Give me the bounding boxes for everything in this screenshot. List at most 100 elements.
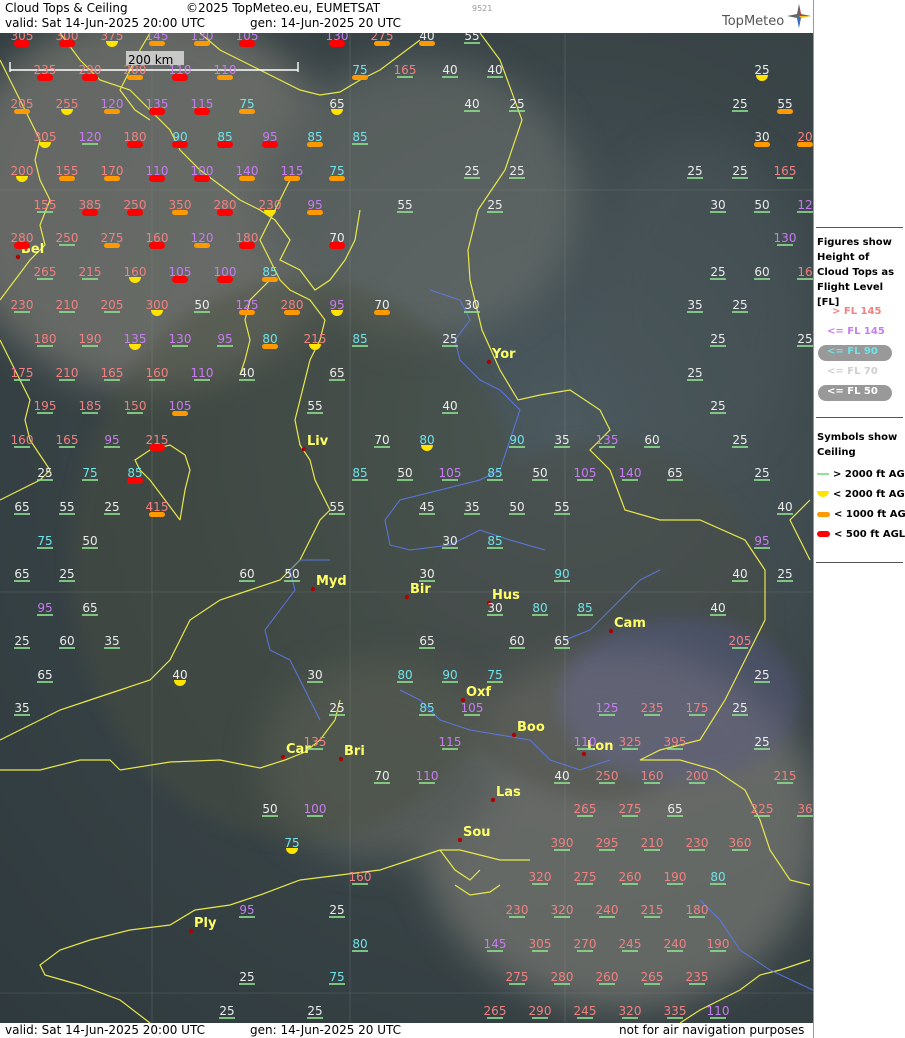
cloud-top-label: 25 — [754, 668, 770, 683]
cloud-top-label: 80 — [397, 668, 413, 683]
cloud-top-value: 25 — [710, 332, 725, 346]
cloud-top-value: 95 — [754, 534, 769, 548]
cloud-top-label: 85 — [307, 130, 323, 147]
cloud-top-value: 12 — [797, 198, 812, 212]
cloud-top-label: 165 — [774, 164, 796, 179]
cloud-top-value: 180 — [686, 903, 709, 917]
city-name: Ply — [194, 916, 217, 931]
cloud-top-value: 320 — [529, 870, 552, 884]
cloud-top-value: 40 — [710, 601, 725, 615]
cloud-top-label: 25 — [710, 399, 726, 414]
cloud-top-value: 145 — [146, 33, 169, 43]
cloud-top-value: 230 — [506, 903, 529, 917]
cloud-top-value: 55 — [397, 198, 412, 212]
cloud-top-label: 85 — [419, 701, 435, 716]
city-name: Bir — [410, 582, 431, 597]
symbol-label: > 2000 ft AGL — [833, 469, 905, 480]
compass-star-icon — [787, 4, 811, 28]
footer: valid: Sat 14-Jun-2025 20:00 UTC gen: 14… — [0, 1023, 813, 1038]
cloud-top-label: 85 — [217, 130, 233, 148]
symbols-legend-title: Symbols show Ceiling — [817, 432, 898, 458]
cloud-top-label: 95 — [754, 534, 770, 549]
city-marker[interactable]: Myd — [310, 574, 347, 592]
cloud-top-value: 80 — [397, 668, 412, 682]
cloud-top-label: 130 — [169, 332, 191, 347]
cloud-top-value: 160 — [641, 769, 664, 783]
cloud-top-label: 160 — [641, 769, 664, 784]
cloud-top-value: 200 — [11, 164, 34, 178]
cloud-top-label: 160 — [349, 870, 371, 885]
city-marker[interactable]: Boo — [511, 720, 545, 738]
ceiling-high-symbol — [817, 473, 829, 475]
cloud-top-label: 25 — [59, 567, 75, 582]
cloud-top-value: 110 — [416, 769, 439, 783]
cloud-top-value: 265 — [641, 970, 664, 984]
city-marker[interactable]: Cam — [608, 616, 646, 634]
cloud-top-value: 105 — [169, 399, 192, 413]
cloud-top-value: 95 — [329, 298, 344, 312]
cloud-top-value: 75 — [329, 164, 344, 178]
cloud-top-label: 25 — [329, 701, 345, 716]
cloud-top-label: 25 — [687, 366, 703, 381]
cloud-top-label: 110 — [191, 366, 213, 381]
symbol-row-500: < 500 ft AGL — [817, 529, 905, 540]
cloud-top-value: 100 — [214, 265, 237, 279]
cloud-top-label: 60 — [509, 634, 525, 649]
cloud-top-label: 110 — [707, 1004, 729, 1019]
cloud-top-label: 25 — [732, 433, 748, 448]
cloud-top-value: 90 — [172, 130, 187, 144]
generated-time: gen: 14-Jun-2025 20 UTC — [250, 16, 402, 30]
satellite-map[interactable]: 200 km Bel Yor Liv Myd Bir Hus Cam Oxf Boo Lon Car… — [0, 33, 813, 1023]
cloud-top-label: 60 — [59, 634, 75, 649]
cloud-top-label: 95 — [217, 332, 233, 347]
cloud-top-value: 85 — [127, 466, 142, 480]
cloud-top-label: 75 — [487, 668, 503, 683]
cloud-top-value: 35 — [14, 701, 29, 715]
cloud-top-value: 165 — [394, 63, 417, 77]
cloud-top-value: 265 — [484, 1004, 507, 1018]
city-dot — [457, 837, 463, 843]
cloud-top-label: 75 — [329, 970, 345, 985]
cloud-top-label: 55 — [329, 500, 345, 515]
cloud-top-value: 25 — [732, 433, 747, 447]
cloud-top-label: 25 — [37, 466, 53, 481]
cloud-top-label: 95 — [307, 198, 323, 215]
city-marker[interactable]: Yor — [486, 347, 516, 365]
cloud-top-value: 325 — [619, 735, 642, 749]
cloud-top-value: 40 — [554, 769, 569, 783]
cloud-top-label: 40 — [464, 97, 480, 112]
cloud-top-label: 210 — [641, 836, 663, 851]
cloud-top-value: 25 — [687, 366, 702, 380]
cloud-top-value: 350 — [169, 198, 192, 212]
cloud-top-value: 105 — [574, 466, 597, 480]
cloud-top-label: 175 — [686, 701, 708, 716]
cloud-top-value: 25 — [732, 298, 747, 312]
cloud-top-value: 25 — [104, 500, 119, 514]
cloud-top-label: 115 — [439, 735, 461, 750]
cloud-top-label: 60 — [644, 433, 660, 448]
cloud-top-label: 250 — [56, 231, 78, 246]
city-marker[interactable]: Ply — [188, 916, 217, 934]
cloud-top-value: 215 — [774, 769, 797, 783]
cloud-top-value: 245 — [619, 937, 642, 951]
city-marker[interactable]: Las — [490, 785, 521, 803]
city-marker[interactable]: Oxf — [460, 685, 492, 703]
cloud-top-label: 275 — [619, 802, 641, 817]
level-le-70: <= FL 70 — [827, 366, 878, 377]
ceiling-500-symbol — [817, 531, 830, 537]
cloud-top-value: 80 — [532, 601, 547, 615]
cloud-top-value: 70 — [374, 769, 389, 783]
cloud-top-label: 70 — [374, 769, 390, 784]
cloud-top-value: 95 — [262, 130, 277, 144]
city-marker[interactable]: Sou — [457, 825, 491, 843]
cloud-top-label: 275 — [371, 33, 394, 46]
cloud-top-value: 115 — [191, 97, 214, 111]
cloud-top-value: 25 — [442, 332, 457, 346]
cloud-top-label: 75 — [284, 836, 300, 854]
cloud-top-value: 320 — [551, 903, 574, 917]
cloud-top-value: 40 — [442, 63, 457, 77]
cloud-top-value: 20 — [797, 130, 812, 144]
cloud-top-value: 250 — [124, 198, 147, 212]
cloud-top-value: 25 — [14, 634, 29, 648]
cloud-top-value: 275 — [371, 33, 394, 43]
